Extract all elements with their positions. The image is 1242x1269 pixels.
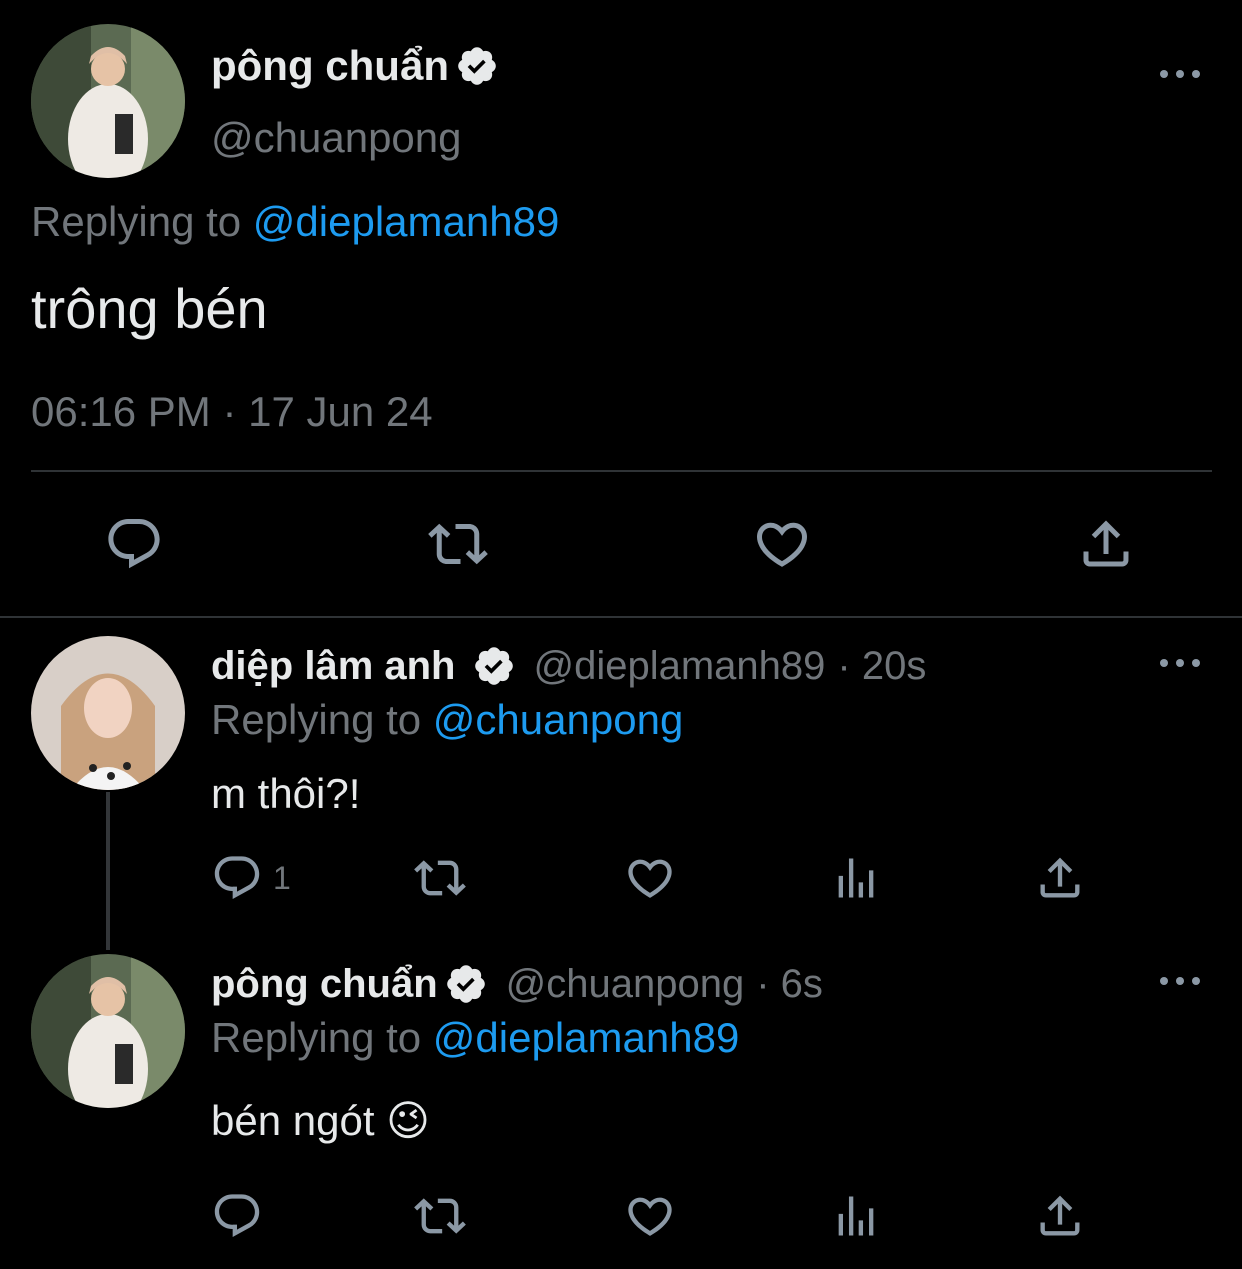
user-handle[interactable]: @chuanpong <box>211 114 462 162</box>
section-divider <box>0 616 1242 618</box>
verified-icon <box>444 962 488 1006</box>
reply-header: pông chuẩn @chuanpong · 6s <box>211 960 823 1008</box>
replying-to: Replying to @dieplamanh89 <box>211 1014 739 1062</box>
tweet-timestamp[interactable]: 06:16 PM · 17 Jun 24 <box>31 388 433 436</box>
tweet-text: bén ngót 😉 <box>211 1097 430 1144</box>
reply-icon[interactable]: 1 <box>211 852 291 904</box>
replying-to-link[interactable]: @dieplamanh89 <box>433 1014 740 1061</box>
replying-to-link[interactable]: @dieplamanh89 <box>253 198 560 245</box>
avatar[interactable] <box>31 24 185 178</box>
display-name[interactable]: pông chuẩn <box>211 42 449 90</box>
more-options-icon[interactable] <box>1160 657 1200 669</box>
replying-to: Replying to @chuanpong <box>211 696 683 744</box>
thread-line <box>106 792 110 950</box>
reply-header: diệp lâm anh @dieplamanh89 · 20s <box>211 642 926 690</box>
replying-prefix: Replying to <box>211 1014 422 1061</box>
user-handle[interactable]: @dieplamanh89 <box>534 644 826 689</box>
like-icon[interactable] <box>624 1190 676 1242</box>
retweet-icon[interactable] <box>428 514 488 574</box>
replying-prefix: Replying to <box>31 198 242 245</box>
reply-count: 1 <box>273 859 291 896</box>
share-icon[interactable] <box>1034 1190 1086 1242</box>
more-options-icon[interactable] <box>1160 975 1200 987</box>
avatar[interactable] <box>31 954 185 1108</box>
user-handle[interactable]: @chuanpong <box>506 962 745 1007</box>
display-name[interactable]: pông chuẩn <box>211 962 438 1007</box>
reply-time[interactable]: · 6s <box>756 962 823 1007</box>
replying-to-link[interactable]: @chuanpong <box>433 696 684 743</box>
verified-icon <box>455 44 499 88</box>
share-icon[interactable] <box>1034 852 1086 904</box>
display-name[interactable]: diệp lâm anh <box>211 644 456 689</box>
like-icon[interactable] <box>624 852 676 904</box>
reply-icon[interactable] <box>211 1190 263 1242</box>
retweet-icon[interactable] <box>414 852 466 904</box>
tweet-text: trông bén <box>31 277 268 340</box>
analytics-icon[interactable] <box>830 1190 882 1242</box>
replying-prefix: Replying to <box>211 696 422 743</box>
analytics-icon[interactable] <box>830 852 882 904</box>
retweet-icon[interactable] <box>414 1190 466 1242</box>
more-options-icon[interactable] <box>1160 68 1200 80</box>
avatar[interactable] <box>31 636 185 790</box>
share-icon[interactable] <box>1076 514 1136 574</box>
like-icon[interactable] <box>752 514 812 574</box>
display-name-row: pông chuẩn <box>211 42 499 90</box>
divider <box>31 470 1212 472</box>
verified-icon <box>472 644 516 688</box>
tweet-text: m thôi?! <box>211 770 361 817</box>
replying-to: Replying to @dieplamanh89 <box>31 198 559 246</box>
reply-time[interactable]: · 20s <box>837 644 926 689</box>
reply-icon[interactable] <box>104 514 164 574</box>
